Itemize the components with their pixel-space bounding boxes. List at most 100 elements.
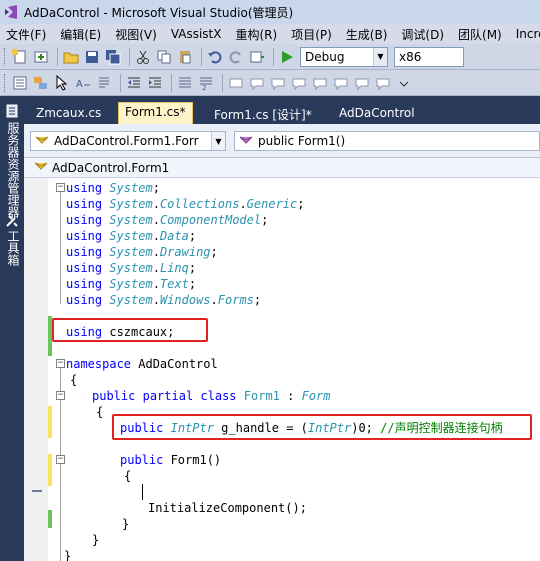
save-all-icon[interactable] <box>104 48 122 66</box>
uncomment-lines-icon[interactable]: 2 <box>197 74 215 92</box>
cut-icon[interactable] <box>134 48 152 66</box>
visual-studio-icon <box>5 5 17 19</box>
quick-info-icon[interactable]: A <box>74 74 92 92</box>
chevron-down-icon[interactable]: ▼ <box>211 132 225 150</box>
vassistx-context-bar: AdDaControl.Form1 <box>24 158 540 178</box>
server-explorer-icon[interactable] <box>5 104 19 118</box>
toolbox-tab[interactable]: 工具箱 <box>4 230 20 266</box>
redo-icon[interactable] <box>227 48 245 66</box>
text-caret <box>142 484 143 500</box>
next-bookmark-icon[interactable] <box>269 74 287 92</box>
previous-bookmark-document-icon[interactable] <box>332 74 350 92</box>
code-line: using System.Data; <box>66 229 197 243</box>
code-line: using System.Text; <box>66 277 197 291</box>
member-value: public Form1() <box>258 134 346 148</box>
code-line: } <box>122 517 130 531</box>
platform-value: x86 <box>399 49 422 64</box>
menu-file[interactable]: 文件(F) <box>6 26 46 43</box>
indicator-margin[interactable] <box>24 178 48 561</box>
menu-edit[interactable]: 编辑(E) <box>60 26 101 43</box>
menu-vassistx[interactable]: VAssistX <box>171 27 222 41</box>
toolbox-icon[interactable] <box>5 214 19 228</box>
pointer-icon[interactable] <box>53 74 71 92</box>
standard-toolbar: Debug ▼ x86 <box>0 44 540 70</box>
configuration-value: Debug <box>305 49 345 64</box>
toolbar-separator <box>120 73 121 92</box>
code-line-call: InitializeComponent(); <box>148 501 307 515</box>
member-dropdown[interactable]: public Form1() <box>234 131 540 151</box>
decrease-indent-icon[interactable] <box>125 74 143 92</box>
next-bookmark-folder-icon[interactable] <box>311 74 329 92</box>
code-line-ctor: public Form1() <box>120 453 222 467</box>
navigate-icon[interactable] <box>248 48 266 66</box>
tab-form1-designer[interactable]: Form1.cs [设计]* <box>208 104 318 124</box>
menu-incredibuild[interactable]: Incred <box>516 27 540 41</box>
svg-text:2: 2 <box>202 84 206 91</box>
method-icon <box>239 134 253 149</box>
toolbar-grip[interactable] <box>4 47 7 66</box>
menu-build[interactable]: 生成(B) <box>346 26 388 43</box>
tab-addacontrol[interactable]: AdDaControl <box>333 104 421 124</box>
toolbar-separator <box>222 73 223 92</box>
menu-project[interactable]: 项目(P) <box>291 26 332 43</box>
start-debugging-icon[interactable] <box>278 48 296 66</box>
solution-configuration-dropdown[interactable]: Debug ▼ <box>300 46 388 67</box>
code-editor[interactable]: − − − − using System; using System.Colle… <box>24 178 540 561</box>
code-line: { <box>96 405 104 419</box>
tab-zmcaux-cs[interactable]: Zmcaux.cs <box>30 104 107 124</box>
code-line: using System.Windows.Forms; <box>66 293 262 307</box>
copy-icon[interactable] <box>155 48 173 66</box>
toolbar-separator <box>129 47 130 66</box>
class-icon <box>34 160 48 175</box>
tab-form1-cs[interactable]: Form1.cs* <box>118 102 193 124</box>
toolbar-options-icon[interactable] <box>395 74 413 92</box>
class-view-icon[interactable] <box>11 74 29 92</box>
svg-text:A: A <box>76 79 83 90</box>
menu-refactor[interactable]: 重构(R) <box>235 26 277 43</box>
add-item-icon[interactable] <box>32 48 50 66</box>
type-dropdown[interactable]: AdDaControl.Form1.Forr ▼ <box>30 131 226 151</box>
increase-indent-icon[interactable] <box>146 74 164 92</box>
open-file-icon[interactable] <box>62 48 80 66</box>
toolbar-separator <box>201 47 202 66</box>
parameter-info-icon[interactable] <box>95 74 113 92</box>
previous-bookmark-folder-icon[interactable] <box>290 74 308 92</box>
save-icon[interactable] <box>83 48 101 66</box>
code-line: } <box>64 549 72 561</box>
paste-icon[interactable] <box>176 48 194 66</box>
solution-platform-dropdown[interactable]: x86 <box>394 46 464 67</box>
object-browser-icon[interactable] <box>32 74 50 92</box>
highlight-box-using <box>52 318 208 342</box>
code-line-class: public partial class Form1 : Form <box>92 389 331 403</box>
code-line: using System; <box>66 181 160 195</box>
left-dock-bar: 服务器资源管理器 工具箱 <box>0 96 24 561</box>
new-project-icon[interactable] <box>11 48 29 66</box>
menu-view[interactable]: 视图(V) <box>115 26 157 43</box>
code-line: { <box>70 373 78 387</box>
window-title: AdDaControl - Microsoft Visual Studio(管理… <box>24 5 294 20</box>
code-text[interactable]: using System; using System.Collections.G… <box>50 178 540 561</box>
chevron-down-icon[interactable]: ▼ <box>373 47 387 66</box>
code-line: } <box>92 533 100 547</box>
clear-bookmarks-icon[interactable] <box>374 74 392 92</box>
toolbar-separator <box>57 47 58 66</box>
code-line: { <box>124 469 132 483</box>
menu-team[interactable]: 团队(M) <box>458 26 502 43</box>
toolbar-separator <box>273 47 274 66</box>
menu-debug[interactable]: 调试(D) <box>401 26 444 43</box>
previous-bookmark-icon[interactable] <box>248 74 266 92</box>
breakpoint-marker <box>32 490 42 492</box>
comment-lines-icon[interactable] <box>176 74 194 92</box>
server-explorer-tab[interactable]: 服务器资源管理器 <box>4 122 20 218</box>
text-editor-toolbar: A 2 <box>0 70 540 96</box>
next-bookmark-document-icon[interactable] <box>353 74 371 92</box>
toolbar-grip[interactable] <box>4 73 7 92</box>
code-line: using System.Collections.Generic; <box>66 197 305 211</box>
menu-bar: 文件(F) 编辑(E) 视图(V) VAssistX 重构(R) 项目(P) 生… <box>0 24 540 44</box>
bookmark-icon[interactable] <box>227 74 245 92</box>
class-icon <box>35 134 49 149</box>
current-class-label: AdDaControl.Form1 <box>52 160 170 175</box>
code-line: using System.ComponentModel; <box>66 213 269 227</box>
undo-icon[interactable] <box>206 48 224 66</box>
document-tab-strip: Zmcaux.cs Form1.cs* Form1.cs [设计]* AdDaC… <box>24 100 540 124</box>
